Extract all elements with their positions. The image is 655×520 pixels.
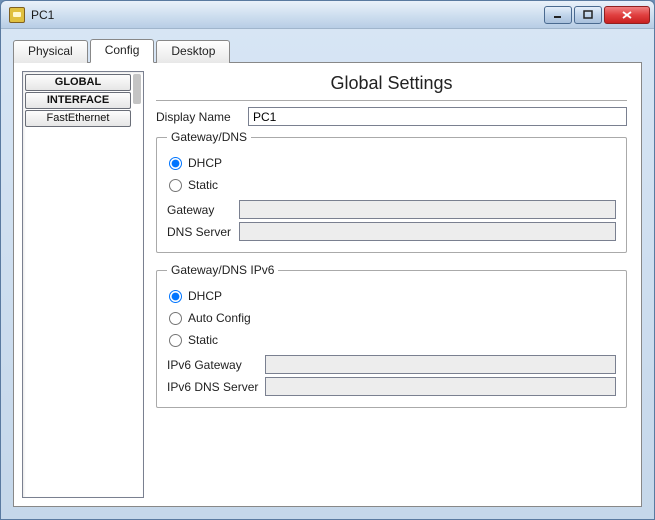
settings-pane: Global Settings Display Name Gateway/DNS… [150, 71, 633, 498]
app-window: PC1 Physical Config Desktop GLOBAL INTER… [0, 0, 655, 520]
ipv6-gateway-label: IPv6 Gateway [167, 358, 265, 372]
gateway-static-row: Static [169, 178, 616, 192]
ipv6-dns-row: IPv6 DNS Server [167, 377, 616, 396]
gateway-field-row: Gateway [167, 200, 616, 219]
gateway-static-label: Static [188, 178, 218, 192]
gateway-dns-legend: Gateway/DNS [167, 130, 251, 144]
dns-label: DNS Server [167, 225, 239, 239]
ipv6-static-label: Static [188, 333, 218, 347]
maximize-button[interactable] [574, 6, 602, 24]
config-panel: GLOBAL INTERFACE FastEthernet Global Set… [13, 63, 642, 507]
ipv6-static-radio[interactable] [169, 334, 182, 347]
titlebar[interactable]: PC1 [1, 1, 654, 29]
minimize-icon [553, 10, 563, 20]
display-name-label: Display Name [156, 110, 242, 124]
ipv6-static-row: Static [169, 333, 616, 347]
close-button[interactable] [604, 6, 650, 24]
gateway-dns-ipv6-group: Gateway/DNS IPv6 DHCP Auto Config Static [156, 263, 627, 408]
app-icon [9, 7, 25, 23]
gateway-static-radio[interactable] [169, 179, 182, 192]
ipv6-gateway-row: IPv6 Gateway [167, 355, 616, 374]
minimize-button[interactable] [544, 6, 572, 24]
dns-field-row: DNS Server [167, 222, 616, 241]
ipv6-auto-radio[interactable] [169, 312, 182, 325]
ipv6-dns-input [265, 377, 616, 396]
sidebar-interface[interactable]: INTERFACE [25, 92, 131, 109]
ipv6-dhcp-radio[interactable] [169, 290, 182, 303]
ipv6-dhcp-row: DHCP [169, 289, 616, 303]
gateway-label: Gateway [167, 203, 239, 217]
gateway-input [239, 200, 616, 219]
dns-input [239, 222, 616, 241]
tab-bar: Physical Config Desktop [13, 39, 642, 63]
sidebar-global[interactable]: GLOBAL [25, 74, 131, 91]
tab-desktop[interactable]: Desktop [156, 40, 230, 63]
gateway-dns-ipv6-legend: Gateway/DNS IPv6 [167, 263, 278, 277]
display-name-input[interactable] [248, 107, 627, 126]
sidebar-fastethernet[interactable]: FastEthernet [25, 110, 131, 127]
gateway-dhcp-radio[interactable] [169, 157, 182, 170]
ipv6-auto-label: Auto Config [188, 311, 251, 325]
close-icon [621, 10, 633, 20]
config-sidebar[interactable]: GLOBAL INTERFACE FastEthernet [22, 71, 144, 498]
window-controls [544, 6, 650, 24]
gateway-dhcp-label: DHCP [188, 156, 222, 170]
gateway-dns-group: Gateway/DNS DHCP Static Gateway DNS [156, 130, 627, 253]
ipv6-dns-label: IPv6 DNS Server [167, 380, 265, 394]
tab-config[interactable]: Config [90, 39, 155, 63]
tab-physical[interactable]: Physical [13, 40, 88, 63]
page-title: Global Settings [156, 73, 627, 94]
window-title: PC1 [29, 8, 544, 22]
gateway-dhcp-row: DHCP [169, 156, 616, 170]
ipv6-auto-row: Auto Config [169, 311, 616, 325]
ipv6-gateway-input [265, 355, 616, 374]
title-divider [156, 100, 627, 101]
ipv6-dhcp-label: DHCP [188, 289, 222, 303]
maximize-icon [583, 10, 593, 20]
display-name-row: Display Name [156, 107, 627, 126]
window-body: Physical Config Desktop GLOBAL INTERFACE… [1, 29, 654, 519]
